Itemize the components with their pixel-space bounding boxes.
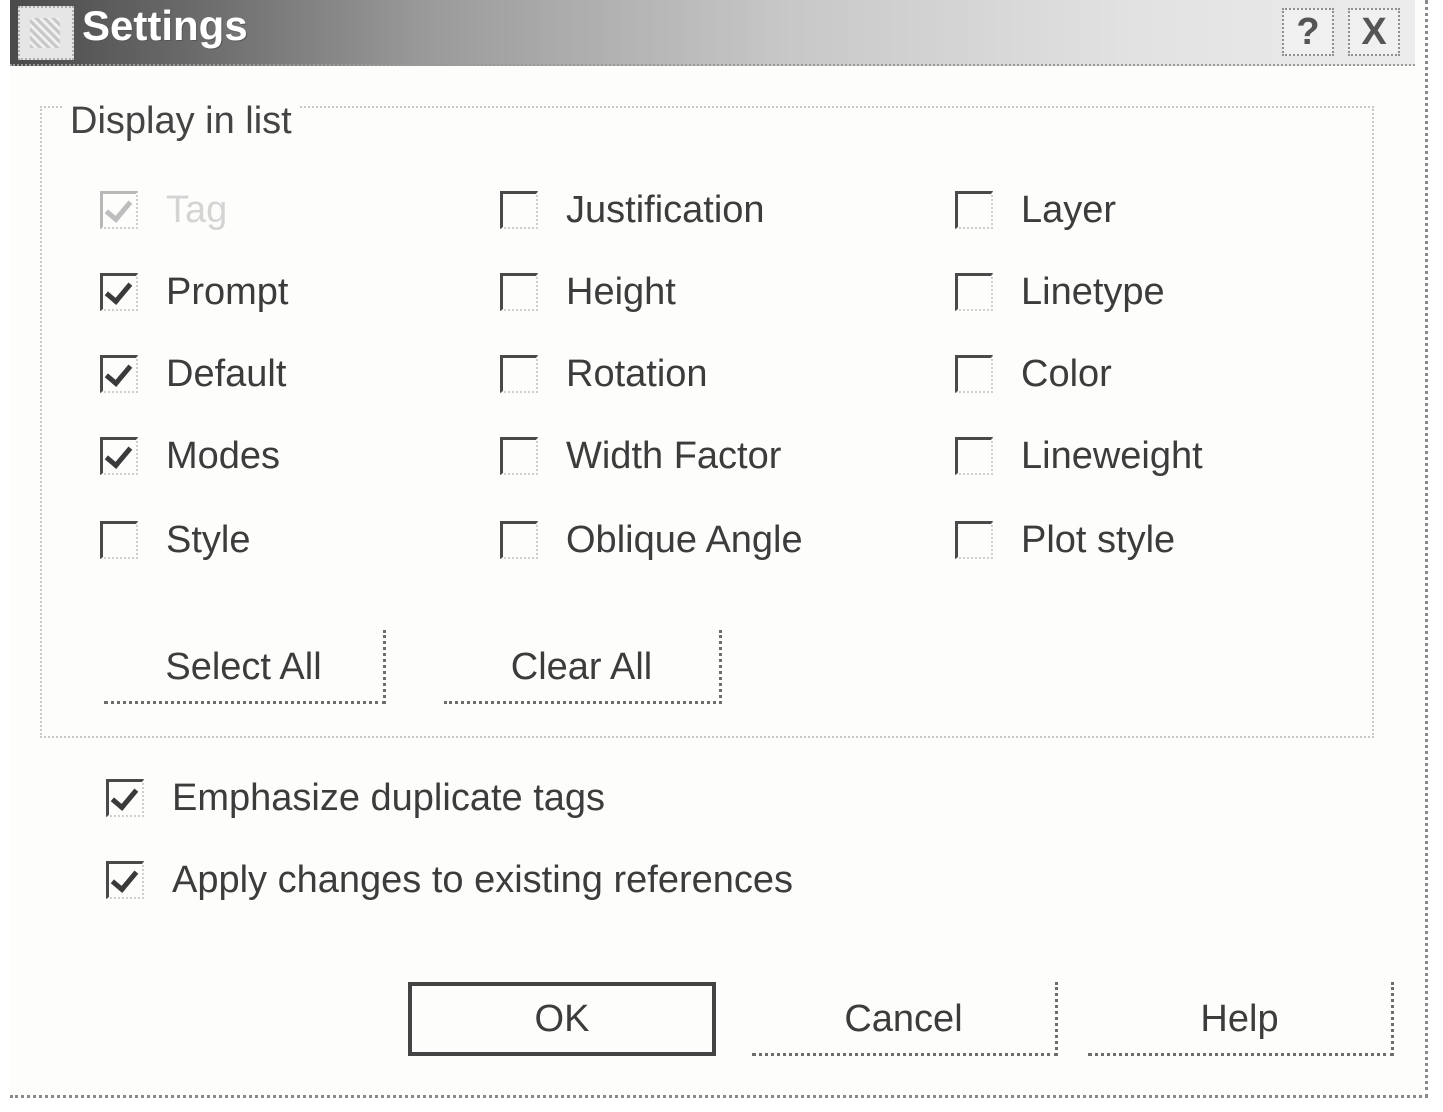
- ok-button[interactable]: OK: [408, 982, 716, 1056]
- checkbox-label: Linetype: [1021, 270, 1165, 313]
- checkbox-label: Height: [566, 270, 676, 313]
- checkbox-label: Default: [166, 352, 287, 395]
- checkbox-apply-changes[interactable]: Apply changes to existing references: [106, 852, 793, 908]
- checkbox-box[interactable]: [955, 437, 993, 475]
- checkbox-oblique-angle[interactable]: Oblique Angle: [500, 512, 803, 568]
- checkbox-box[interactable]: [500, 437, 538, 475]
- checkbox-box[interactable]: [106, 861, 144, 899]
- checkbox-box[interactable]: [100, 355, 138, 393]
- checkbox-lineweight[interactable]: Lineweight: [955, 428, 1203, 484]
- checkbox-label: Modes: [166, 434, 281, 477]
- checkbox-justification[interactable]: Justification: [500, 182, 765, 238]
- checkbox-box[interactable]: [955, 191, 993, 229]
- checkbox-box[interactable]: [955, 521, 993, 559]
- checkbox-box[interactable]: [100, 273, 138, 311]
- checkbox-layer[interactable]: Layer: [955, 182, 1116, 238]
- checkbox-modes[interactable]: Modes: [100, 428, 280, 484]
- checkbox-label: Lineweight: [1021, 434, 1203, 477]
- checkbox-box[interactable]: [500, 355, 538, 393]
- checkbox-box[interactable]: [955, 273, 993, 311]
- checkbox-box[interactable]: [100, 521, 138, 559]
- checkbox-rotation[interactable]: Rotation: [500, 346, 708, 402]
- checkbox-label: Tag: [166, 188, 228, 231]
- checkbox-linetype[interactable]: Linetype: [955, 264, 1165, 320]
- checkbox-tag: Tag: [100, 182, 227, 238]
- checkbox-box[interactable]: [500, 521, 538, 559]
- checkbox-label: Rotation: [566, 352, 708, 395]
- checkbox-label: Prompt: [166, 270, 289, 313]
- checkbox-label: Oblique Angle: [566, 518, 803, 561]
- checkbox-box: [100, 191, 138, 229]
- checkbox-prompt[interactable]: Prompt: [100, 264, 288, 320]
- checkbox-default[interactable]: Default: [100, 346, 286, 402]
- title-bar: Settings ? X: [10, 0, 1415, 66]
- cancel-button[interactable]: Cancel: [752, 982, 1058, 1056]
- checkbox-width-factor[interactable]: Width Factor: [500, 428, 781, 484]
- checkbox-label: Apply changes to existing references: [172, 858, 794, 901]
- select-all-button[interactable]: Select All: [104, 630, 386, 704]
- dialog-title: Settings: [82, 2, 248, 49]
- checkbox-style[interactable]: Style: [100, 512, 250, 568]
- close-icon[interactable]: X: [1348, 8, 1400, 56]
- checkbox-box[interactable]: [100, 437, 138, 475]
- checkbox-box[interactable]: [500, 191, 538, 229]
- checkbox-emphasize-duplicate-tags[interactable]: Emphasize duplicate tags: [106, 770, 605, 826]
- checkbox-box[interactable]: [500, 273, 538, 311]
- checkbox-height[interactable]: Height: [500, 264, 676, 320]
- checkbox-label: Plot style: [1021, 518, 1176, 561]
- help-button[interactable]: Help: [1088, 982, 1394, 1056]
- checkbox-label: Style: [166, 518, 251, 561]
- checkbox-label: Color: [1021, 352, 1112, 395]
- app-icon: [18, 6, 74, 60]
- help-title-button[interactable]: ?: [1282, 8, 1334, 56]
- checkbox-box[interactable]: [955, 355, 993, 393]
- clear-all-button[interactable]: Clear All: [444, 630, 722, 704]
- checkbox-label: Width Factor: [566, 434, 782, 477]
- checkbox-label: Emphasize duplicate tags: [172, 776, 606, 819]
- checkbox-plot-style[interactable]: Plot style: [955, 512, 1175, 568]
- checkbox-color[interactable]: Color: [955, 346, 1112, 402]
- checkbox-box[interactable]: [106, 779, 144, 817]
- checkbox-label: Justification: [566, 188, 765, 231]
- checkbox-label: Layer: [1021, 188, 1117, 231]
- display-in-list-label: Display in list: [62, 100, 300, 143]
